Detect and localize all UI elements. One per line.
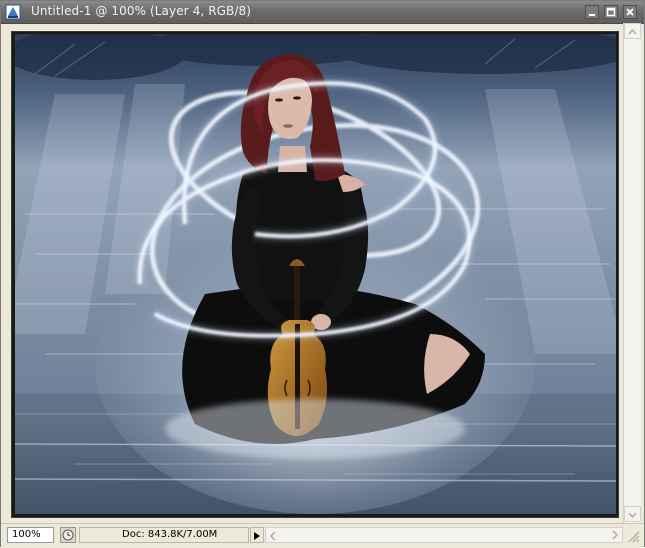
- document-size-info: Doc: 843.8K/7.00M: [79, 527, 249, 543]
- photo-artwork: [15, 34, 616, 514]
- canvas-image[interactable]: [15, 34, 616, 514]
- title-bar[interactable]: Untitled-1 @ 100% (Layer 4, RGB/8): [1, 1, 644, 24]
- window-title: Untitled-1 @ 100% (Layer 4, RGB/8): [31, 4, 252, 18]
- status-menu-button[interactable]: [250, 527, 264, 543]
- close-button[interactable]: [623, 5, 637, 19]
- maximize-button[interactable]: [604, 5, 618, 19]
- scroll-up-button[interactable]: [624, 23, 641, 39]
- close-icon: [626, 8, 634, 16]
- resize-grip-icon[interactable]: [625, 528, 641, 544]
- maximize-icon: [606, 7, 616, 17]
- arrow-down-icon: [628, 512, 637, 519]
- arrow-right-icon[interactable]: [608, 528, 622, 542]
- scroll-down-button[interactable]: [624, 506, 641, 522]
- arrow-up-icon: [628, 28, 637, 35]
- horizontal-scrollbar[interactable]: [265, 527, 623, 543]
- vertical-scrollbar[interactable]: [623, 23, 641, 523]
- minimize-button[interactable]: [585, 5, 599, 19]
- clock-icon[interactable]: [60, 527, 76, 543]
- zoom-field[interactable]: 100%: [7, 527, 54, 543]
- photoshop-document-icon: [5, 4, 21, 20]
- status-bar: 100% Doc: 843.8K/7.00M: [1, 523, 644, 548]
- triangle-right-icon: [254, 532, 260, 540]
- arrow-left-icon[interactable]: [266, 529, 280, 543]
- minimize-icon: [589, 14, 595, 16]
- document-window: Untitled-1 @ 100% (Layer 4, RGB/8) 100% …: [0, 0, 645, 548]
